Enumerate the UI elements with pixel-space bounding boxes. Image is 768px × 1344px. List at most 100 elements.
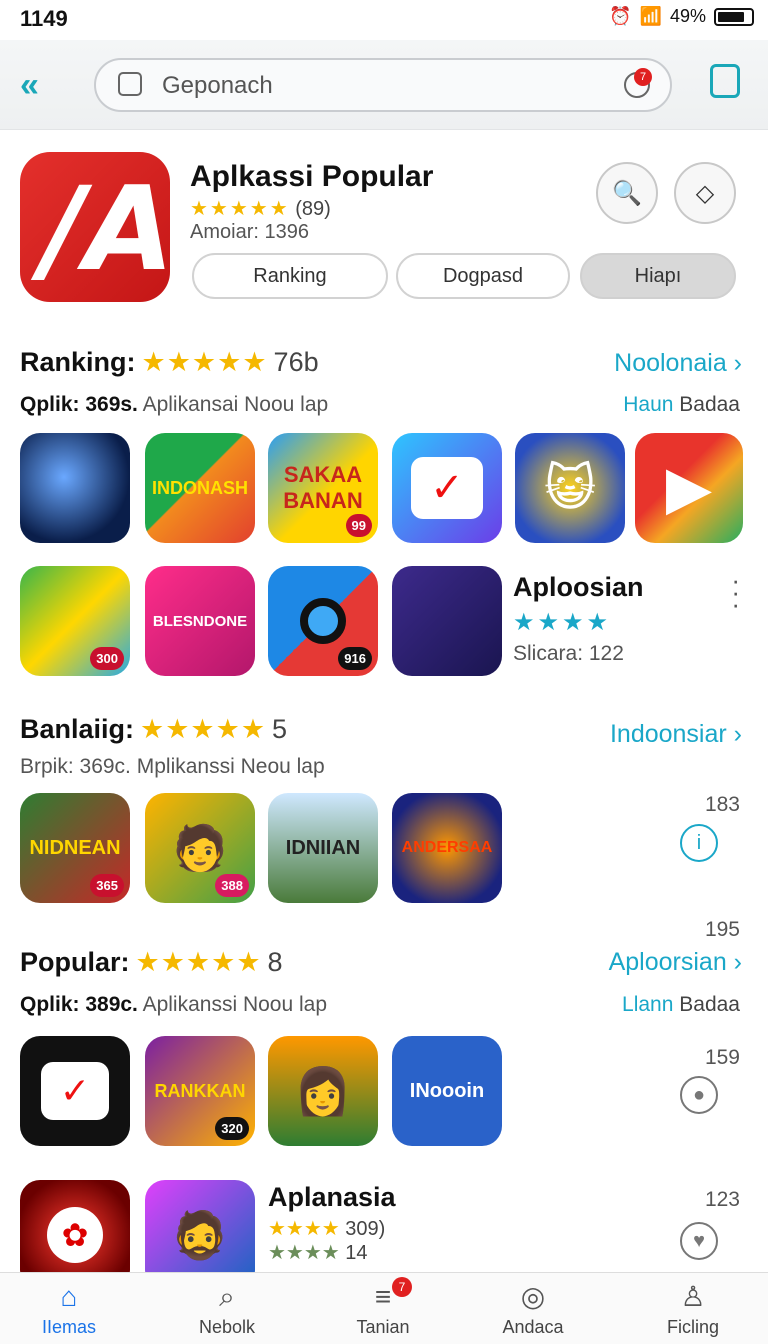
nav-label: Andaca (502, 1317, 564, 1337)
meta-mid: Aplikansai Noou lap (142, 393, 329, 416)
section-banlaiig-link[interactable]: Indoonsiar › (610, 720, 742, 749)
lens-icon (300, 598, 346, 644)
back-icon[interactable]: « (20, 66, 39, 105)
section-stars: ★★★★★ (135, 947, 262, 977)
info-button[interactable]: i (680, 824, 718, 862)
avatar-icon: 👩 (294, 1064, 352, 1117)
section-popular-title: Popular: ★★★★★ 8 (20, 947, 283, 978)
nav-label: IIemas (41, 1317, 97, 1337)
share-button[interactable]: ◇ (674, 162, 736, 224)
list-icon: ≡ (374, 1281, 392, 1312)
nav-label: Ficling (666, 1317, 719, 1337)
tile-badge: 916 (338, 647, 372, 670)
search-button[interactable]: 🔍 (596, 162, 658, 224)
app-tile[interactable]: NIDNEAN 365 (20, 793, 130, 903)
section-popular-meta: Qplik: 389c. Aplikanssi Noou lap (20, 993, 327, 1017)
more-options-icon[interactable]: · · · (731, 567, 740, 617)
app-tile[interactable]: SAKAA BANAN 99 (268, 433, 378, 543)
status-bar: 1149 ⏰ 📶 49% (0, 0, 768, 40)
app-tile[interactable] (20, 433, 130, 543)
heart-button[interactable]: ♥ (680, 1222, 718, 1260)
play-icon: ▶ (665, 454, 713, 521)
battery-icon (714, 7, 754, 26)
meta-right-a: Haun (623, 393, 674, 416)
meta-mid: Mplikanssi Neou lap (136, 755, 325, 778)
meta-right-b: Badaa (679, 993, 740, 1016)
nav-label: Nebolk (198, 1317, 256, 1337)
app-tile[interactable]: ▶ (635, 433, 743, 543)
app-tile[interactable]: INDONASH (145, 433, 255, 543)
nav-item-home[interactable]: ⌂ IIemas (14, 1279, 124, 1338)
section-ranking-link[interactable]: Noolonaia › (614, 349, 742, 378)
search-input[interactable]: Geponach 7 (94, 58, 672, 112)
app-tile[interactable]: 916 (268, 566, 378, 676)
side-app-title[interactable]: Aplanasia (268, 1182, 396, 1213)
app-tile[interactable]: ✓ (392, 433, 502, 543)
side-app-stars: ★★★★ (513, 609, 612, 636)
face-icon: 🧔 (171, 1208, 229, 1261)
meta-mid: Aplikanssi Noou lap (142, 993, 328, 1016)
nav-item-list[interactable]: ≡ Tanian 7 (328, 1277, 438, 1338)
app-tile[interactable]: ANDERSAA (392, 793, 502, 903)
side-rating-1: ★★★★ 309) (268, 1216, 385, 1241)
section-ranking-meta: Qplik: 369s. Aplikansai Noou lap (20, 393, 328, 417)
section-ranking-title: Ranking: ★★★★★ 76b (20, 347, 319, 378)
side-app-title[interactable]: Aploosian (513, 572, 644, 603)
search-icon (118, 72, 142, 96)
section-title-text: Popular: (20, 947, 130, 977)
pin-button[interactable]: ● (680, 1076, 718, 1114)
battery-percent: 49% (669, 6, 706, 26)
pill-dogpasd[interactable]: Dogpasd (396, 253, 570, 299)
section-num: 8 (267, 947, 283, 977)
meta-left: Qplik: 369s. (20, 393, 138, 416)
app-tile[interactable]: 😺 (515, 433, 625, 543)
pill-ranking[interactable]: Ranking (192, 253, 388, 299)
app-tile[interactable]: 👩 (268, 1036, 378, 1146)
nav-badge: 7 (392, 1277, 412, 1297)
app-tile[interactable]: IDNIIAN (268, 793, 378, 903)
profile-icon: ♙ (680, 1281, 706, 1312)
app-tile[interactable]: BLESNDONE (145, 566, 255, 676)
nav-item-profile[interactable]: ♙ Ficling (638, 1279, 748, 1338)
section-ranking-meta-right[interactable]: Haun Badaa (623, 393, 740, 417)
search-badge: 7 (634, 68, 652, 86)
section-num: 5 (272, 714, 288, 744)
app-tile[interactable] (392, 566, 502, 676)
alarm-icon: ⏰ (609, 6, 632, 26)
chat-check-icon: ✓ (41, 1062, 109, 1120)
side-count: 183 (704, 793, 740, 816)
hero-app-icon[interactable]: /A (20, 152, 170, 302)
tile-label: ANDERSAA (401, 839, 493, 856)
meta-right-a: Llann (622, 993, 674, 1016)
chat-icon: ✓ (411, 457, 483, 519)
nav-item-games[interactable]: ◎ Andaca (478, 1279, 588, 1338)
app-tile[interactable]: 300 (20, 566, 130, 676)
stars: ★★★★ (268, 1218, 340, 1240)
pill-hiapi[interactable]: Hiapı (580, 253, 736, 299)
side-count: 159 (704, 1046, 740, 1069)
magnifier-icon: 🔍 (612, 179, 642, 207)
section-popular-meta-right[interactable]: Llann Badaa (622, 993, 740, 1017)
star-rating: ★★★★★ (190, 198, 290, 220)
tile-badge: 300 (90, 647, 124, 670)
tile-label: INoooin (409, 1079, 485, 1102)
side-app-sub: Slicara: 122 (513, 642, 624, 665)
tile-badge: 320 (215, 1117, 249, 1140)
app-tile[interactable]: RANKKAN 320 (145, 1036, 255, 1146)
meta-right-b: Badaa (679, 393, 740, 416)
cart-icon[interactable] (710, 64, 740, 98)
section-stars: ★★★★★ (140, 714, 267, 744)
hero-subtitle: Amoiar: 1396 (190, 221, 309, 243)
nav-item-search[interactable]: ⌕ Nebolk (172, 1279, 282, 1338)
hero-title: Aplkassi Popular (190, 160, 434, 193)
app-tile[interactable]: 🧑 388 (145, 793, 255, 903)
search-icon: ⌕ (219, 1281, 235, 1312)
heart-icon: ♥ (693, 1229, 705, 1252)
cat-face-icon: 😺 (543, 460, 597, 516)
info-icon: i (696, 831, 702, 854)
section-title-text: Ranking: (20, 347, 136, 377)
target-icon: ◎ (520, 1281, 546, 1312)
app-tile[interactable]: ✓ (20, 1036, 130, 1146)
section-popular-link[interactable]: Aploorsian › (609, 948, 742, 977)
app-tile[interactable]: INoooin (392, 1036, 502, 1146)
